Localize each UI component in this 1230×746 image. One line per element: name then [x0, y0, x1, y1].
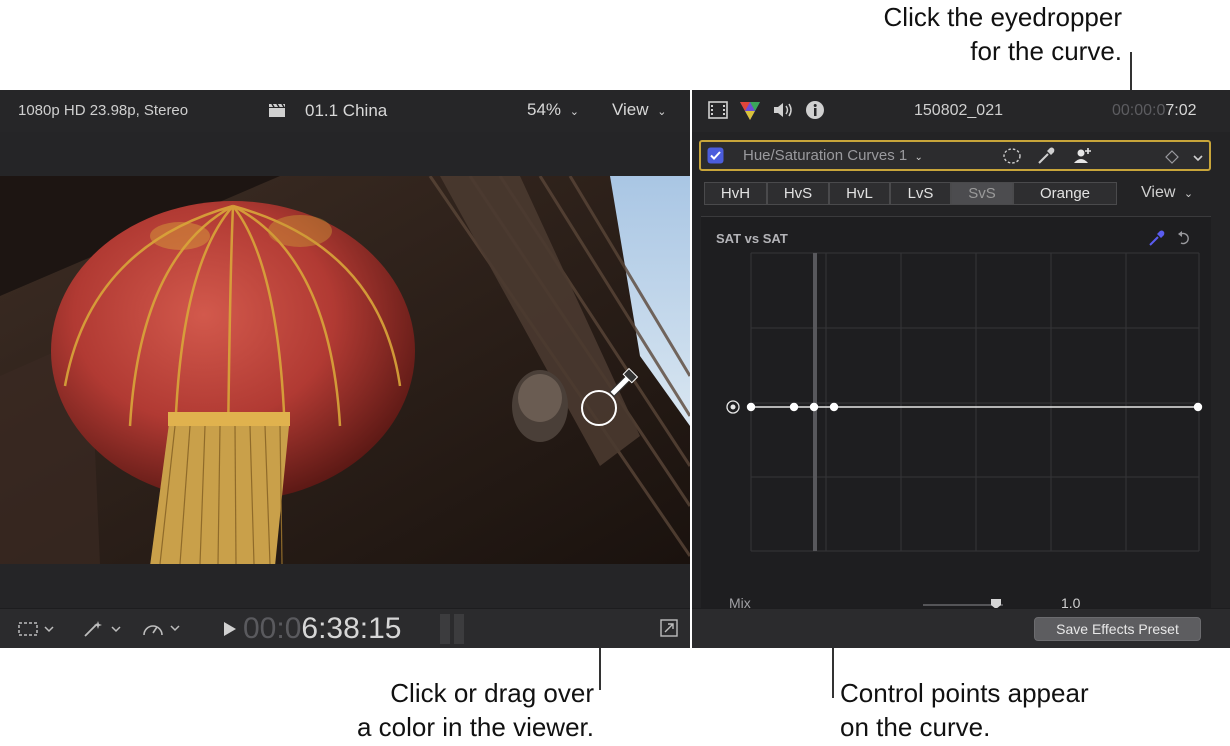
duration-bright: 7:02 [1165, 102, 1197, 119]
inspector-clip-name: 150802_021 [914, 102, 1003, 119]
curve-callout: Control points appear on the curve. [840, 676, 1089, 744]
tab-hvl[interactable]: HvL [829, 182, 890, 205]
control-point [746, 402, 756, 412]
audio-meter-icon [440, 614, 468, 649]
color-inspector-icon[interactable] [739, 101, 761, 126]
effect-enable-checkbox[interactable] [707, 147, 724, 169]
chevron-down-icon: ⌄ [657, 106, 667, 118]
mask-icon[interactable] [1002, 147, 1022, 170]
chevron-down-icon: ⌄ [569, 106, 579, 118]
audio-inspector-icon[interactable] [772, 101, 794, 124]
effect-name: Hue/Saturation Curves 1 [743, 147, 908, 164]
chevron-down-icon[interactable] [1192, 150, 1204, 168]
zoom-menu[interactable]: 54% ⌄ [527, 100, 579, 120]
callout-line-2: a color in the viewer. [356, 712, 594, 742]
fullscreen-icon[interactable] [660, 619, 678, 642]
timecode-dim: 00:0 [243, 612, 302, 645]
callout-line-2: for the curve. [970, 36, 1122, 66]
tab-lvs[interactable]: LvS [890, 182, 951, 205]
callout-line-1: Click the eyedropper [883, 2, 1122, 32]
mix-value[interactable]: 1.0 [1061, 595, 1080, 608]
viewer-letterbox-bottom [0, 564, 690, 608]
callout-line-1: Click or drag over [390, 678, 594, 708]
mix-label: Mix [729, 595, 751, 608]
viewer-letterbox-top [0, 132, 690, 176]
zoom-value: 54% [527, 100, 562, 119]
clapper-icon [268, 102, 286, 122]
format-label: 1080p HD 23.98p, Stereo [18, 102, 189, 119]
mix-slider[interactable] [923, 598, 1013, 608]
viewer-pane: 1080p HD 23.98p, Stereo 01.1 China 54% ⌄… [0, 90, 690, 648]
curve-graph[interactable] [701, 217, 1211, 608]
view-menu[interactable]: View ⌄ [612, 100, 667, 120]
sat-vs-sat-curve-panel: SAT vs SAT Mix 1.0 [701, 216, 1211, 608]
play-icon[interactable] [223, 621, 237, 642]
tab-orange[interactable]: Orange [1013, 182, 1117, 205]
chevron-down-icon: ⌄ [1183, 188, 1194, 200]
tab-svs[interactable]: SvS [951, 182, 1013, 205]
control-point [1193, 402, 1203, 412]
callout-line-1: Control points appear [840, 678, 1089, 708]
effect-header[interactable]: Hue/Saturation Curves 1 ⌄ [699, 140, 1211, 171]
curve-tabs: HvH HvS HvL LvS SvS Orange View ⌄ [692, 180, 1230, 210]
viewer-callout: Click or drag over a color in the viewer… [357, 676, 594, 744]
callout-line-2: on the curve. [840, 712, 991, 742]
inspector-header: 150802_021 00:00:07:02 [692, 90, 1230, 132]
crop-icon[interactable] [18, 620, 54, 643]
view-label: View [612, 100, 649, 119]
inspector-pane: 150802_021 00:00:07:02 Hue/Saturation Cu… [692, 90, 1230, 648]
control-point [789, 402, 799, 412]
eyedropper-icon[interactable] [1036, 146, 1056, 171]
clip-name: 01.1 China [305, 101, 388, 120]
control-point [829, 402, 839, 412]
magic-wand-icon[interactable] [82, 620, 122, 643]
speedometer-icon[interactable] [142, 619, 182, 644]
add-shape-mask-icon[interactable] [1073, 146, 1093, 171]
inspector-footer: Save Effects Preset [692, 608, 1230, 648]
control-point [809, 402, 819, 412]
eyedropper-callout: Click the eyedropper for the curve. [884, 0, 1122, 68]
video-frame[interactable] [0, 176, 690, 564]
duration-dim: 00:00:0 [1112, 102, 1166, 119]
sample-indicator [813, 253, 817, 551]
tab-hvs[interactable]: HvS [767, 182, 829, 205]
clip-duration: 00:00:07:02 [1112, 102, 1197, 120]
keyframe-icon[interactable] [1165, 150, 1179, 169]
timecode-bright: 6:38:15 [301, 612, 402, 645]
info-inspector-icon[interactable] [805, 100, 825, 125]
viewer-header: 1080p HD 23.98p, Stereo 01.1 China 54% ⌄… [0, 90, 690, 132]
view-label: View [1141, 184, 1176, 201]
timecode: 00:06:38:15 [243, 612, 401, 646]
viewer-controls: 00:06:38:15 [0, 608, 690, 648]
save-effects-preset-button[interactable]: Save Effects Preset [1034, 617, 1201, 641]
video-inspector-icon[interactable] [708, 101, 728, 124]
effect-name-menu[interactable]: Hue/Saturation Curves 1 ⌄ [743, 147, 923, 164]
video-image [0, 176, 690, 564]
tab-hvh[interactable]: HvH [704, 182, 767, 205]
curve-view-menu[interactable]: View ⌄ [1141, 184, 1193, 202]
chevron-down-icon: ⌄ [914, 152, 923, 163]
